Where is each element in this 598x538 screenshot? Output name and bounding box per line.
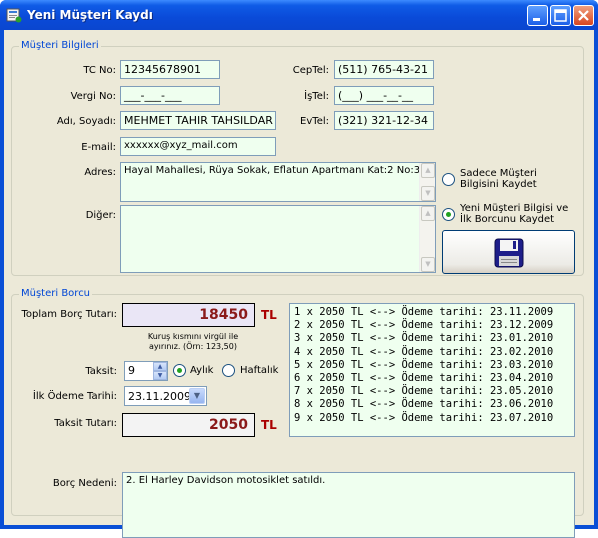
save-with-debt-label[interactable]: Yeni Müşteri Bilgisi ve İlk Borcunu Kayd… <box>460 203 578 225</box>
schedule-item: 8 x 2050 TL <--> Ödeme tarihi: 23.06.201… <box>294 398 554 411</box>
save-customer-only-label[interactable]: Sadece Müşteri Bilgisini Kaydet <box>460 168 570 190</box>
first-payment-label: İlk Ödeme Tarihi: <box>32 391 117 402</box>
form-body: Müşteri Bilgileri TC No: 12345678901 Ver… <box>4 30 594 538</box>
ceptel-field[interactable]: (511) 765-43-21 <box>334 60 434 79</box>
adres-text: Hayal Mahallesi, Rüya Sokak, Eflatun Apa… <box>124 165 421 176</box>
name-field[interactable]: MEHMET TAHIR TAHSILDAR <box>120 111 276 130</box>
diger-scrollbar[interactable]: ▲ ▼ <box>419 206 435 272</box>
first-payment-value: 23.11.2009 <box>128 390 191 403</box>
installment-currency: TL <box>261 418 277 432</box>
diger-label: Diğer: <box>85 210 116 221</box>
minimize-icon <box>533 18 540 21</box>
scroll-down-icon[interactable]: ▼ <box>421 186 435 201</box>
name-label: Adı, Soyadı: <box>56 116 116 127</box>
floppy-disk-icon <box>494 238 524 268</box>
tc-field[interactable]: 12345678901 <box>120 60 220 79</box>
schedule-item: 6 x 2050 TL <--> Ödeme tarihi: 23.04.201… <box>294 372 554 385</box>
vergi-label: Vergi No: <box>70 91 116 102</box>
taksit-label: Taksit: <box>85 366 117 377</box>
period-monthly-radio[interactable] <box>173 364 186 377</box>
maximize-icon <box>554 9 567 22</box>
istel-field[interactable]: (___) ___-__-__ <box>334 86 434 105</box>
schedule-item: 4 x 2050 TL <--> Ödeme tarihi: 23.02.201… <box>294 345 554 358</box>
installment-label: Taksit Tutarı: <box>54 418 117 429</box>
chevron-down-icon[interactable]: ▼ <box>189 388 205 404</box>
period-weekly-radio[interactable] <box>222 364 235 377</box>
schedule-item: 9 x 2050 TL <--> Ödeme tarihi: 23.07.201… <box>294 411 554 424</box>
debt-group: Müşteri Borcu Toplam Borç Tutarı: 18450 … <box>11 288 584 538</box>
total-hint: Kuruş kısmını virgül ile ayırınız. (Örn:… <box>147 332 239 351</box>
schedule-item: 2 x 2050 TL <--> Ödeme tarihi: 23.12.200… <box>294 319 554 332</box>
scroll-down-icon[interactable]: ▼ <box>421 257 435 272</box>
schedule-item: 3 x 2050 TL <--> Ödeme tarihi: 23.01.201… <box>294 332 554 345</box>
stepper-down-icon[interactable]: ▼ <box>153 371 167 380</box>
scroll-up-icon[interactable]: ▲ <box>421 206 435 221</box>
debt-group-title: Müşteri Borcu <box>19 288 93 299</box>
taksit-stepper[interactable]: 9 ▲ ▼ <box>124 361 168 381</box>
schedule-item: 7 x 2050 TL <--> Ödeme tarihi: 23.05.201… <box>294 385 554 398</box>
total-debt-label: Toplam Borç Tutarı: <box>21 309 117 320</box>
reason-label: Borç Nedeni: <box>52 478 117 489</box>
customer-info-group-title: Müşteri Bilgileri <box>19 40 101 51</box>
schedule-item: 5 x 2050 TL <--> Ödeme tarihi: 23.03.201… <box>294 358 554 371</box>
minimize-button[interactable] <box>527 5 548 26</box>
email-field[interactable]: xxxxxx@xyz_mail.com <box>120 137 276 156</box>
period-monthly-label[interactable]: Aylık <box>190 365 213 376</box>
save-button[interactable] <box>442 230 575 274</box>
window-title: Yeni Müşteri Kaydı <box>27 8 153 22</box>
reason-field[interactable]: 2. El Harley Davidson motosiklet satıldı… <box>122 472 575 538</box>
close-icon <box>578 10 589 21</box>
tc-label: TC No: <box>83 65 116 76</box>
adres-field[interactable]: Hayal Mahallesi, Rüya Sokak, Eflatun Apa… <box>120 162 436 202</box>
maximize-button[interactable] <box>550 5 571 26</box>
email-label: E-mail: <box>81 142 116 153</box>
scroll-up-icon[interactable]: ▲ <box>421 163 435 178</box>
diger-field[interactable]: ▲ ▼ <box>120 205 436 273</box>
stepper-up-icon[interactable]: ▲ <box>153 362 167 371</box>
ceptel-label: CepTel: <box>292 65 329 76</box>
istel-label: İşTel: <box>304 91 329 102</box>
total-currency: TL <box>261 308 277 322</box>
installment-field[interactable]: 2050 <box>122 413 255 437</box>
evtel-field[interactable]: (321) 321-12-34 <box>334 111 434 130</box>
save-with-debt-radio[interactable] <box>442 208 455 221</box>
adres-label: Adres: <box>84 167 116 178</box>
adres-scrollbar[interactable]: ▲ ▼ <box>419 163 435 201</box>
save-customer-only-radio[interactable] <box>442 173 455 186</box>
vergi-field[interactable]: ___-___-___ <box>120 86 220 105</box>
schedule-item: 1 x 2050 TL <--> Ödeme tarihi: 23.11.200… <box>294 306 554 318</box>
title-bar[interactable]: Yeni Müşteri Kaydı <box>0 0 598 30</box>
app-icon <box>6 8 22 23</box>
customer-info-group: Müşteri Bilgileri TC No: 12345678901 Ver… <box>11 40 584 276</box>
evtel-label: EvTel: <box>300 116 329 127</box>
total-debt-field[interactable]: 18450 <box>122 303 255 327</box>
close-button[interactable] <box>573 5 594 26</box>
period-weekly-label[interactable]: Haftalık <box>240 365 278 376</box>
payment-schedule-list[interactable]: 1 x 2050 TL <--> Ödeme tarihi: 23.11.200… <box>289 303 575 437</box>
taksit-value: 9 <box>128 364 135 377</box>
window: Yeni Müşteri Kaydı Müşteri Bilgileri TC … <box>0 0 598 538</box>
first-payment-date-picker[interactable]: 23.11.2009 ▼ <box>124 386 207 406</box>
